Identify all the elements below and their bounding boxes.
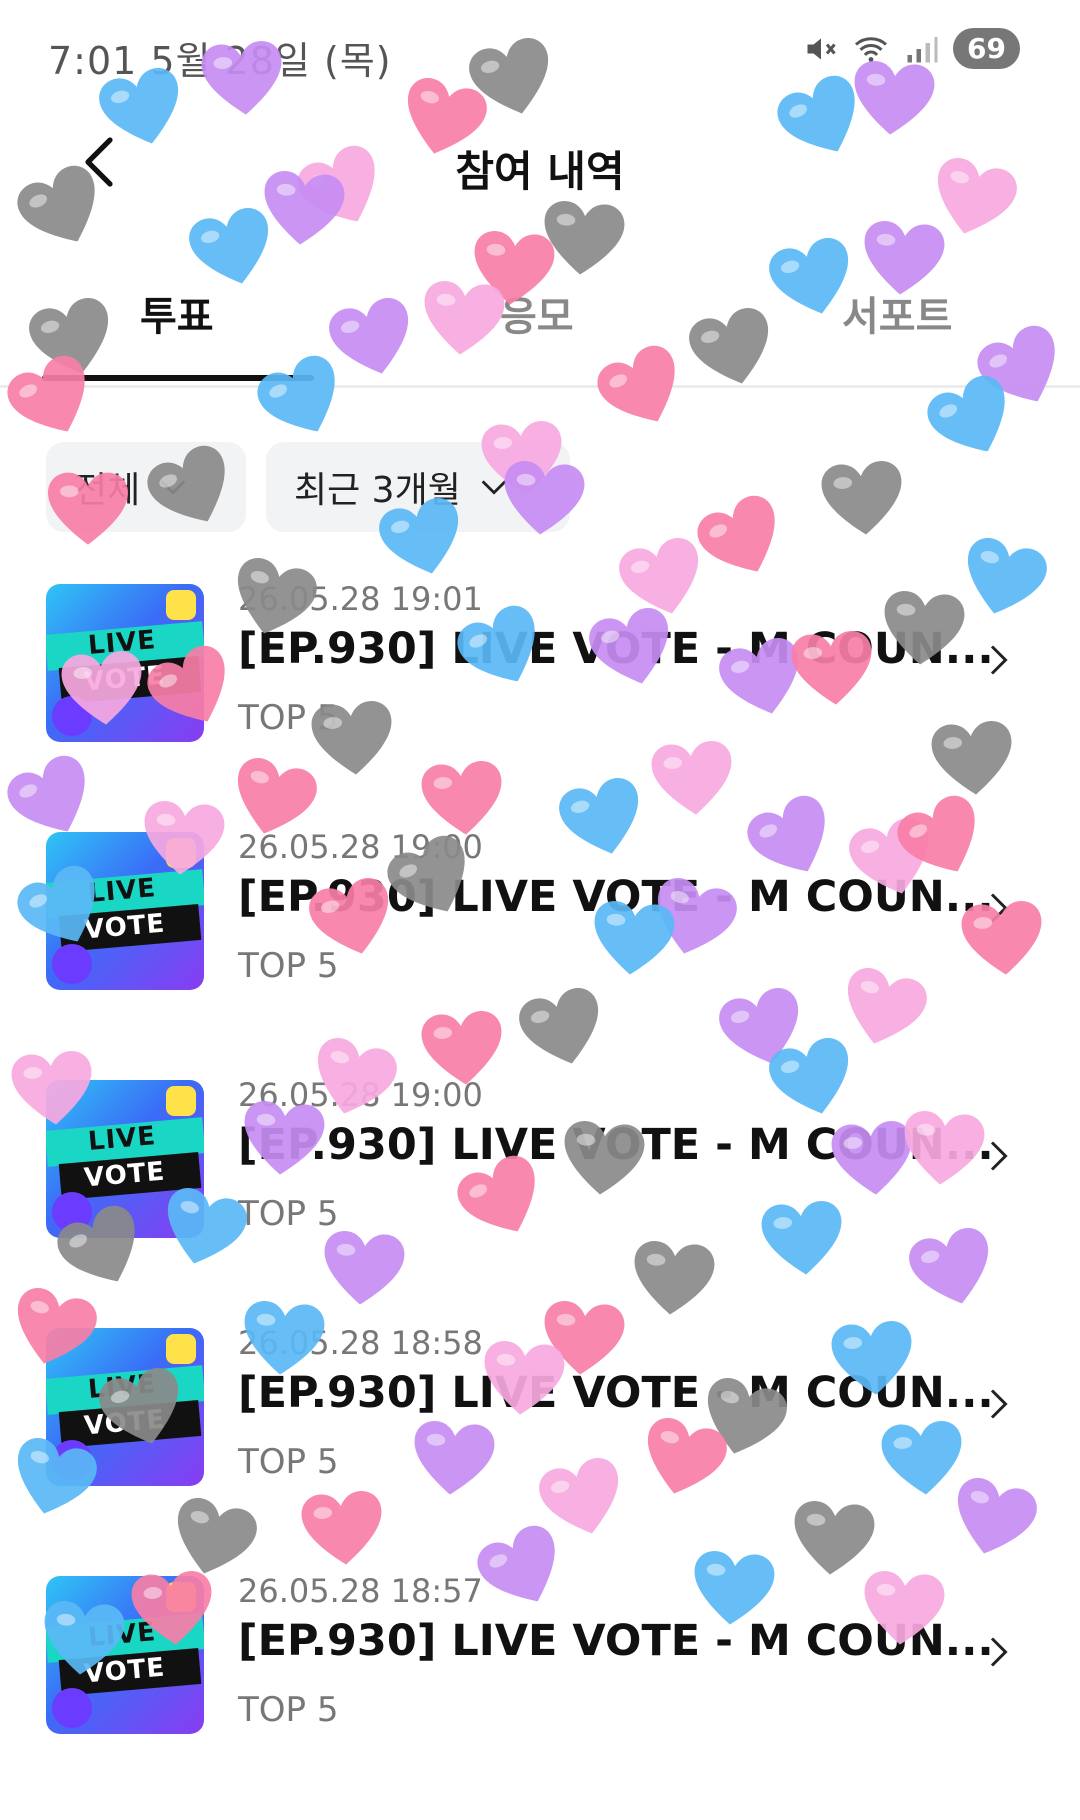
period-filter-dropdown[interactable]: 최근 3개월 [266, 442, 570, 532]
item-subtitle: TOP 5 [238, 698, 339, 738]
vote-thumbnail: LIVE VOTE [46, 1328, 204, 1486]
heart-icon [817, 456, 910, 543]
item-date: 26.05.28 18:57 [238, 1572, 483, 1610]
item-title: [EP.930] LIVE VOTE - M COUN... [238, 1616, 994, 1666]
item-date: 26.05.28 18:58 [238, 1324, 483, 1362]
item-date: 26.05.28 19:00 [238, 1076, 483, 1114]
list-item[interactable]: LIVE VOTE 26.05.28 18:58 [EP.930] LIVE VO… [0, 1324, 1080, 1572]
item-title: [EP.930] LIVE VOTE - M COUN... [238, 872, 994, 922]
item-date: 26.05.28 19:00 [238, 828, 483, 866]
list-item[interactable]: LIVE VOTE 26.05.28 18:57 [EP.930] LIVE VO… [0, 1572, 1080, 1820]
category-filter-label: 전체 [74, 470, 141, 511]
list-item[interactable]: LIVE VOTE 26.05.28 19:01 [EP.930] LIVE VO… [0, 580, 1080, 828]
item-subtitle: TOP 5 [238, 1194, 339, 1234]
period-filter-label: 최근 3개월 [294, 470, 461, 511]
vote-thumbnail: LIVE VOTE [46, 1080, 204, 1238]
vote-thumbnail: LIVE VOTE [46, 584, 204, 742]
chevron-right-icon [990, 645, 1008, 675]
chevron-right-icon [990, 1141, 1008, 1171]
item-title: [EP.930] LIVE VOTE - M COUN... [238, 1368, 994, 1418]
status-bar: 7:01 5월 28일 (목) 69 [0, 0, 1080, 100]
chevron-right-icon [990, 1389, 1008, 1419]
signal-icon [907, 36, 938, 62]
vote-thumbnail: LIVE VOTE [46, 832, 204, 990]
chevron-down-icon [481, 480, 507, 495]
tab-vote[interactable]: 투표 [140, 284, 214, 342]
header: 참여 내역 [0, 110, 1080, 220]
battery-badge: 69 [953, 28, 1020, 69]
active-tab-indicator [42, 375, 314, 381]
mute-icon [807, 38, 836, 59]
item-subtitle: TOP 5 [238, 1442, 339, 1482]
item-title: [EP.930] LIVE VOTE - M COUN... [238, 624, 994, 674]
item-subtitle: TOP 5 [238, 946, 339, 986]
page-title: 참여 내역 [455, 147, 625, 196]
status-time: 7:01 5월 28일 (목) [48, 39, 392, 83]
category-filter-dropdown[interactable]: 전체 [46, 442, 246, 532]
tab-support[interactable]: 서포트 [842, 284, 952, 342]
chevron-right-icon [990, 893, 1008, 923]
participation-list: LIVE VOTE 26.05.28 19:01 [EP.930] LIVE VO… [0, 580, 1080, 1820]
item-subtitle: TOP 5 [238, 1690, 339, 1730]
wifi-icon [855, 36, 888, 62]
status-icons: 69 [803, 28, 1020, 69]
tab-apply[interactable]: 응모 [500, 284, 574, 342]
heart-icon [687, 486, 799, 595]
chevron-down-icon [160, 480, 186, 495]
list-item[interactable]: LIVE VOTE 26.05.28 19:00 [EP.930] LIVE VO… [0, 1076, 1080, 1324]
item-title: [EP.930] LIVE VOTE - M COUN... [238, 1120, 994, 1170]
tab-bar: 투표 응모 서포트 [0, 270, 1080, 388]
vote-thumbnail: LIVE VOTE [46, 1576, 204, 1734]
chevron-right-icon [990, 1637, 1008, 1667]
item-date: 26.05.28 19:01 [238, 580, 483, 618]
list-item[interactable]: LIVE VOTE 26.05.28 19:00 [EP.930] LIVE VO… [0, 828, 1080, 1076]
